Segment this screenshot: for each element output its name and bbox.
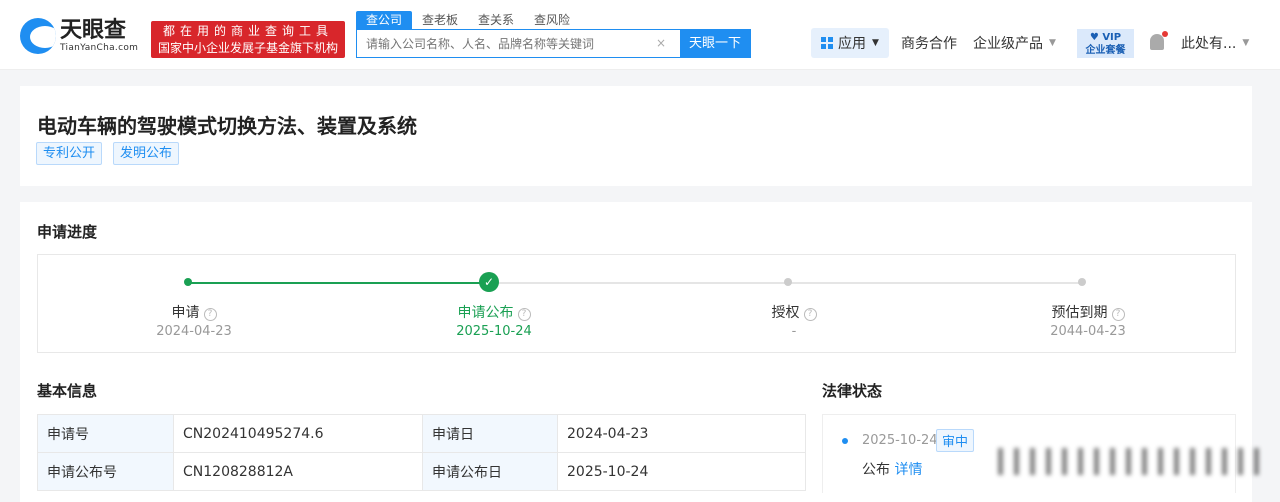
tag-invention-publish: 发明公布: [113, 142, 180, 165]
caret-down-icon: ▼: [872, 38, 879, 48]
tianyancha-logo[interactable]: 天眼查 TianYanCha.com: [20, 18, 138, 54]
vip-enterprise-button[interactable]: ♥ VIP 企业套餐: [1077, 29, 1134, 58]
help-icon[interactable]: ?: [203, 308, 217, 321]
enterprise-label: 企业级产品: [973, 36, 1043, 52]
step-apply: 申请? 2024-04-23: [156, 305, 232, 339]
legal-event: 公布: [862, 462, 890, 478]
table-row: 申请公布号 CN120828812A 申请公布日 2025-10-24: [37, 452, 806, 491]
search-box: × 天眼一下: [356, 29, 751, 58]
table-row: 申请号 CN202410495274.6 申请日 2024-04-23: [37, 414, 806, 453]
caret-down-icon: ▼: [1049, 38, 1056, 48]
app-menu[interactable]: 应用 ▼: [811, 28, 889, 58]
logo-domain: TianYanCha.com: [60, 43, 139, 53]
user-menu[interactable]: 此处有... ▼: [1181, 28, 1249, 58]
step-dot: [1078, 278, 1086, 286]
basic-info-heading: 基本信息: [37, 382, 98, 400]
legal-status-heading: 法律状态: [822, 382, 883, 400]
search-button[interactable]: 天眼一下: [680, 30, 750, 57]
slogan-banner: 都在用的商业查询工具 国家中小企业发展子基金旗下机构: [151, 21, 345, 58]
caret-down-icon: ▼: [1242, 38, 1250, 48]
clear-icon[interactable]: ×: [656, 30, 680, 57]
watermark: [998, 448, 1263, 475]
help-icon[interactable]: ?: [1111, 308, 1125, 321]
timeline-dot: [842, 438, 848, 444]
bell-icon[interactable]: [1150, 31, 1168, 50]
step-dot: [784, 278, 792, 286]
detail-link[interactable]: 详情: [894, 462, 922, 478]
vip-sub-label: 企业套餐: [1085, 45, 1126, 56]
step-expiry: 预估到期? 2044-04-23: [1050, 305, 1126, 339]
tab-risk[interactable]: 查风险: [524, 11, 580, 29]
help-icon[interactable]: ?: [517, 308, 531, 321]
grid-icon: [821, 37, 833, 49]
app-label: 应用: [838, 36, 866, 52]
tab-relation[interactable]: 查关系: [468, 11, 524, 29]
help-icon[interactable]: ?: [803, 308, 817, 321]
user-name: 此处有...: [1181, 36, 1237, 52]
tab-company[interactable]: 查公司: [356, 11, 413, 29]
search-input[interactable]: [357, 30, 656, 57]
enterprise-products-menu[interactable]: 企业级产品 ▼: [973, 28, 1056, 58]
page-title: 电动车辆的驾驶模式切换方法、装置及系统: [37, 114, 417, 138]
status-badge: 审中: [936, 429, 975, 452]
step-dot: [184, 278, 192, 286]
progress-timeline: ✓ 申请? 2024-04-23 申请公布? 2025-10-24 授权? - 预估到…: [37, 254, 1236, 353]
logo-text: 天眼查: [60, 18, 127, 43]
legal-date: 2025-10-24: [862, 433, 938, 448]
step-publish: 申请公布? 2025-10-24: [456, 305, 532, 339]
tab-boss[interactable]: 查老板: [412, 11, 468, 29]
basic-info-table: 申请号 CN202410495274.6 申请日 2024-04-23 申请公布号 CN…: [37, 414, 806, 491]
logo-icon: [20, 18, 56, 54]
top-header: 天眼查 TianYanCha.com 都在用的商业查询工具 国家中小企业发展子基金旗…: [0, 0, 1280, 70]
vip-label: ♥ VIP: [1089, 32, 1122, 43]
progress-heading: 申请进度: [37, 223, 98, 241]
check-icon: ✓: [479, 272, 499, 292]
tag-patent-public: 专利公开: [36, 142, 103, 165]
business-link[interactable]: 商务合作: [901, 28, 957, 58]
step-grant: 授权? -: [694, 302, 894, 339]
